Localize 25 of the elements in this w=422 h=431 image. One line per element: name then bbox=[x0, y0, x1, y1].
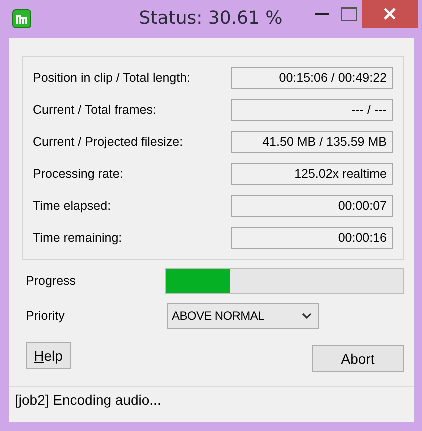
field-label: Current / Projected filesize: bbox=[33, 134, 184, 148]
close-icon bbox=[384, 8, 396, 20]
value-field: 00:00:16 bbox=[231, 226, 393, 248]
value-field: 00:15:06 / 00:49:22 bbox=[231, 66, 393, 88]
progress-label: Progress bbox=[25, 274, 78, 288]
status-bar: [job2] Encoding audio... bbox=[9, 386, 414, 413]
chevron-down-icon bbox=[302, 313, 312, 319]
maximize-icon bbox=[340, 7, 356, 21]
minimize-icon bbox=[314, 12, 328, 16]
value-field: 125.02x realtime bbox=[231, 162, 393, 184]
abort-button[interactable]: Abort bbox=[312, 345, 404, 372]
value-field: 41.50 MB / 135.59 MB bbox=[231, 130, 393, 152]
priority-label: Priority bbox=[25, 309, 66, 323]
field-label: Processing rate: bbox=[33, 166, 124, 180]
field-label: Time elapsed: bbox=[33, 198, 112, 212]
field-label: Current / Total frames: bbox=[33, 102, 156, 116]
value-field: 00:00:07 bbox=[231, 194, 393, 216]
field-label: Time remaining: bbox=[33, 230, 122, 244]
window-title: Status: 30.61 % bbox=[139, 8, 283, 29]
value-field: --- / --- bbox=[231, 98, 393, 120]
help-button[interactable]: Help bbox=[26, 342, 71, 369]
field-label: Position in clip / Total length: bbox=[33, 70, 191, 84]
close-button[interactable] bbox=[362, 0, 418, 28]
priority-dropdown[interactable]: ABOVE NORMAL bbox=[167, 303, 319, 329]
app-logo-icon bbox=[12, 9, 32, 29]
